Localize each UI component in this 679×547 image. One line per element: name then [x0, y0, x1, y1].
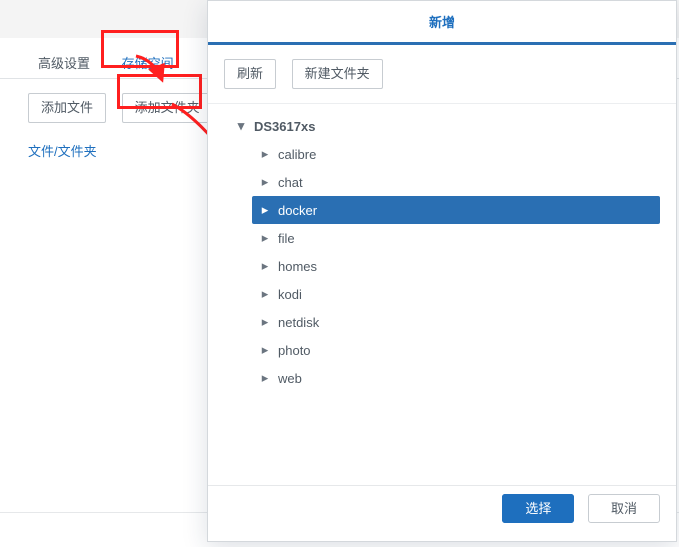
tree-item-homes[interactable]: ▸ homes	[252, 252, 660, 280]
chevron-right-icon: ▸	[258, 258, 272, 274]
tree-item-label: file	[278, 231, 654, 246]
chevron-right-icon: ▸	[258, 230, 272, 246]
new-folder-button[interactable]: 新建文件夹	[292, 59, 383, 89]
chevron-right-icon: ▸	[258, 286, 272, 302]
tree-item-label: photo	[278, 343, 654, 358]
tree-item-label: calibre	[278, 147, 654, 162]
tree-item-kodi[interactable]: ▸ kodi	[252, 280, 660, 308]
tree-item-file[interactable]: ▸ file	[252, 224, 660, 252]
folder-tree[interactable]: ▾ DS3617xs ▸ calibre ▸ chat ▸ docker ▸ file ▸ homes…	[208, 104, 676, 502]
tree-item-chat[interactable]: ▸ chat	[252, 168, 660, 196]
tree-item-netdisk[interactable]: ▸ netdisk	[252, 308, 660, 336]
tree-root-label: DS3617xs	[254, 119, 654, 134]
chevron-right-icon: ▸	[258, 174, 272, 190]
tree-item-label: chat	[278, 175, 654, 190]
tree-root[interactable]: ▾ DS3617xs	[228, 112, 660, 140]
tree-item-calibre[interactable]: ▸ calibre	[252, 140, 660, 168]
chevron-down-icon: ▾	[234, 118, 248, 134]
tree-item-label: web	[278, 371, 654, 386]
tree-item-label: docker	[278, 203, 654, 218]
cancel-button[interactable]: 取消	[588, 494, 660, 523]
chevron-right-icon: ▸	[258, 202, 272, 218]
chevron-right-icon: ▸	[258, 342, 272, 358]
tree-item-photo[interactable]: ▸ photo	[252, 336, 660, 364]
folder-picker-toolbar: 刷新 新建文件夹	[208, 45, 676, 104]
tree-item-label: kodi	[278, 287, 654, 302]
folder-picker-footer: 选择 取消	[208, 485, 676, 541]
chevron-right-icon: ▸	[258, 146, 272, 162]
tree-item-web[interactable]: ▸ web	[252, 364, 660, 392]
tree-item-label: netdisk	[278, 315, 654, 330]
select-button[interactable]: 选择	[502, 494, 574, 523]
tab-storage[interactable]: 存储空间	[108, 45, 188, 82]
add-file-button[interactable]: 添加文件	[28, 93, 106, 123]
chevron-right-icon: ▸	[258, 370, 272, 386]
tree-item-label: homes	[278, 259, 654, 274]
tree-item-docker[interactable]: ▸ docker	[252, 196, 660, 224]
refresh-button[interactable]: 刷新	[224, 59, 276, 89]
folder-picker-title: 新增	[208, 1, 676, 45]
chevron-right-icon: ▸	[258, 314, 272, 330]
folder-picker-dialog: 新增 刷新 新建文件夹 ▾ DS3617xs ▸ calibre ▸ chat ▸ docke…	[207, 0, 677, 542]
tab-advanced[interactable]: 高级设置	[24, 45, 104, 82]
add-folder-button[interactable]: 添加文件夹	[122, 93, 213, 123]
